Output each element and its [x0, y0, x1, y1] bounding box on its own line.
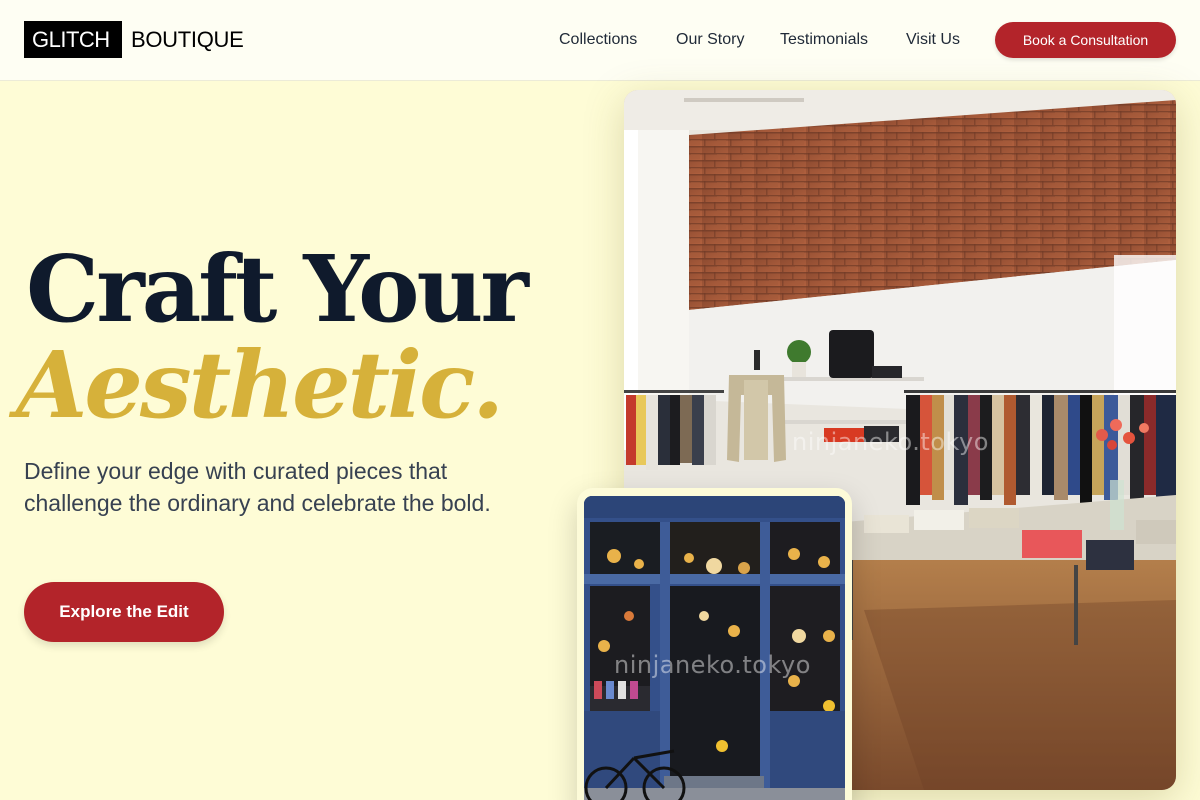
storefront-image: ninjaneko.tokyo — [584, 496, 845, 800]
book-consultation-button[interactable]: Book a Consultation — [995, 22, 1176, 58]
hero-title-line1: Craft Your — [26, 235, 529, 343]
logo-mark: GLITCH — [24, 21, 122, 58]
logo-wordmark: BOUTIQUE — [131, 26, 244, 52]
hero-subtitle: Define your edge with curated pieces tha… — [24, 458, 491, 516]
logo[interactable]: GLITCH BOUTIQUE — [24, 21, 244, 58]
storefront-watermark: ninjaneko.tokyo — [614, 651, 811, 679]
nav-link-our-story[interactable]: Our Story — [676, 30, 744, 50]
explore-edit-button[interactable]: Explore the Edit — [24, 582, 224, 642]
nav-link-testimonials[interactable]: Testimonials — [780, 30, 868, 50]
nav-link-collections[interactable]: Collections — [559, 30, 637, 50]
nav-link-visit-us[interactable]: Visit Us — [906, 30, 960, 50]
site-header: GLITCH BOUTIQUE Collections Our Story Te… — [0, 0, 1200, 81]
hero-title-line2: Aesthetic. — [16, 331, 504, 439]
store-watermark: ninjaneko.tokyo — [792, 428, 989, 456]
